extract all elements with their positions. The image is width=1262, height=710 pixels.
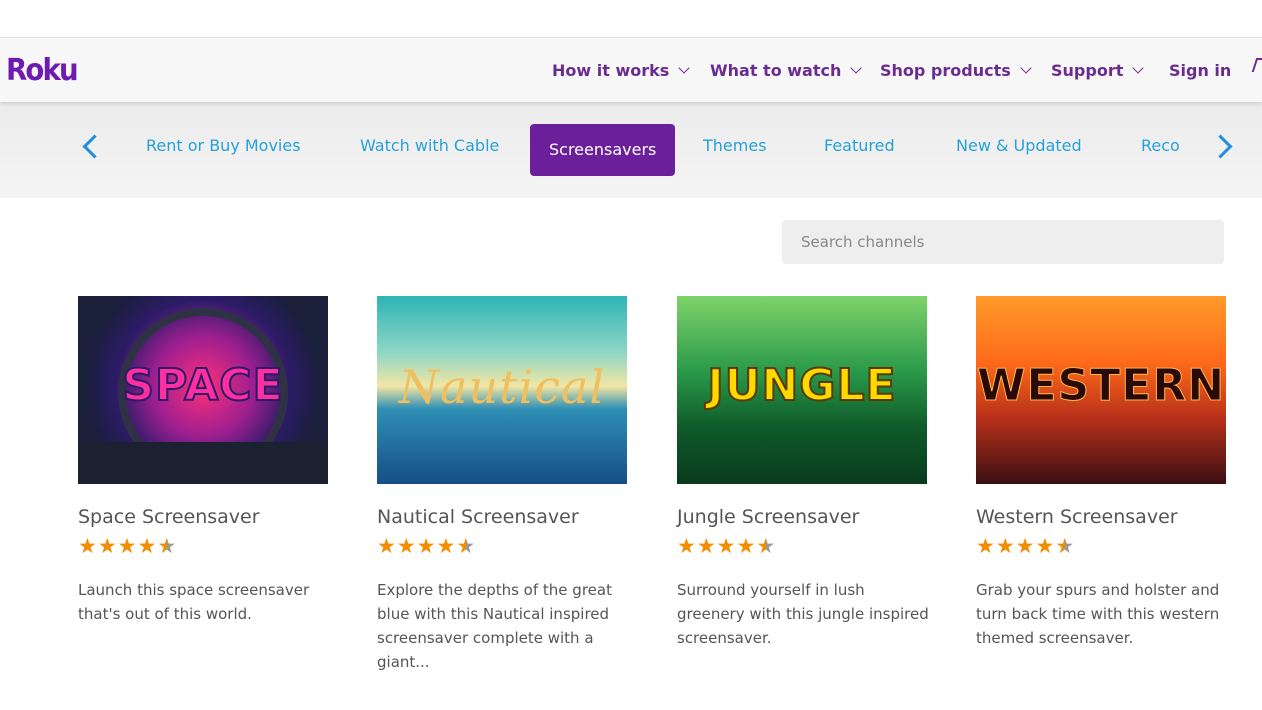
star-icon: ★ <box>396 534 417 558</box>
star-icon: ★ <box>97 534 118 558</box>
card-title[interactable]: Western Screensaver <box>976 506 1226 528</box>
cart-icon[interactable] <box>1251 58 1262 72</box>
nav-label: Support <box>1051 60 1124 80</box>
thumbnail-jungle[interactable]: JUNGLE <box>677 296 927 484</box>
star-icon: ★ <box>716 534 737 558</box>
star-icon: ★ <box>416 534 437 558</box>
card-description: Surround yourself in lush greenery with … <box>677 581 929 647</box>
chevron-down-icon <box>1132 61 1145 74</box>
star-icon: ★ <box>976 534 996 558</box>
star-icon: ★ <box>696 534 717 558</box>
category-featured[interactable]: Featured <box>824 136 895 155</box>
site-header: Roku How it works What to watch Shop pro… <box>0 38 1262 102</box>
star-icon: ★ <box>1015 534 1036 558</box>
category-new-updated[interactable]: New & Updated <box>956 136 1082 155</box>
thumbnail-nautical[interactable]: Nautical <box>377 296 627 484</box>
star-icon: ★ <box>78 534 98 558</box>
card-description: Grab your spurs and holster and turn bac… <box>976 581 1220 647</box>
thumbnail-text: WESTERN <box>976 360 1226 412</box>
chevron-down-icon <box>850 61 863 74</box>
category-screensavers[interactable]: Screensavers <box>530 124 676 176</box>
star-icon: ★ <box>117 534 138 558</box>
star-rating: ★★★★★ <box>677 534 927 558</box>
category-themes[interactable]: Themes <box>703 136 767 155</box>
chevron-right-icon[interactable] <box>1208 134 1233 159</box>
star-icon: ★ <box>995 534 1016 558</box>
chevron-down-icon <box>1020 61 1032 74</box>
channel-card[interactable]: Nautical Nautical Screensaver ★★★★★ Expl… <box>377 296 627 674</box>
star-icon: ★ <box>1035 534 1056 558</box>
channel-card[interactable]: JUNGLE Jungle Screensaver ★★★★★ Surround… <box>677 296 929 650</box>
category-recommended[interactable]: Reco <box>1141 136 1180 155</box>
half-star-icon: ★ <box>1055 534 1076 558</box>
category-rent-or-buy[interactable]: Rent or Buy Movies <box>146 136 301 155</box>
nav-label: Shop products <box>880 60 1011 80</box>
card-title[interactable]: Space Screensaver <box>78 506 328 528</box>
star-icon: ★ <box>677 534 697 558</box>
star-icon: ★ <box>736 534 757 558</box>
nav-support[interactable]: Support <box>1051 60 1145 80</box>
chevron-down-icon <box>678 61 690 74</box>
channel-card[interactable]: SPACE Space Screensaver ★★★★★ Launch thi… <box>78 296 328 626</box>
category-bar: Rent or Buy Movies Watch with Cable Scre… <box>0 102 1262 198</box>
half-star-icon: ★ <box>756 534 777 558</box>
roku-logo[interactable]: Roku <box>6 53 79 88</box>
card-description: Explore the depths of the great blue wit… <box>377 581 612 671</box>
nav-label: How it works <box>552 60 670 80</box>
card-title[interactable]: Jungle Screensaver <box>677 506 927 528</box>
control-panel <box>78 442 328 484</box>
channel-card[interactable]: WESTERN Western Screensaver ★★★★★ Grab y… <box>976 296 1226 650</box>
thumbnail-western[interactable]: WESTERN <box>976 296 1226 484</box>
nav-how-it-works[interactable]: How it works <box>552 60 690 80</box>
nav-label: What to watch <box>710 60 842 80</box>
star-rating: ★★★★★ <box>377 534 627 558</box>
half-star-icon: ★ <box>157 534 178 558</box>
star-icon: ★ <box>436 534 457 558</box>
thumbnail-text: SPACE <box>121 359 284 412</box>
chevron-left-icon[interactable] <box>82 134 107 159</box>
nav-shop-products[interactable]: Shop products <box>880 60 1032 80</box>
category-watch-with-cable[interactable]: Watch with Cable <box>360 136 499 155</box>
thumbnail-text: JUNGLE <box>706 359 897 412</box>
search-input[interactable] <box>782 220 1224 264</box>
thumbnail-space[interactable]: SPACE <box>78 296 328 484</box>
star-rating: ★★★★★ <box>78 534 328 558</box>
star-rating: ★★★★★ <box>976 534 1226 558</box>
nav-what-to-watch[interactable]: What to watch <box>710 60 863 80</box>
thumbnail-text: Nautical <box>398 360 606 414</box>
card-description: Launch this space screensaver that's out… <box>78 581 310 623</box>
half-star-icon: ★ <box>456 534 477 558</box>
star-icon: ★ <box>137 534 158 558</box>
star-icon: ★ <box>377 534 397 558</box>
top-strip <box>0 0 1262 38</box>
card-title[interactable]: Nautical Screensaver <box>377 506 627 528</box>
sign-in-link[interactable]: Sign in <box>1169 60 1231 80</box>
